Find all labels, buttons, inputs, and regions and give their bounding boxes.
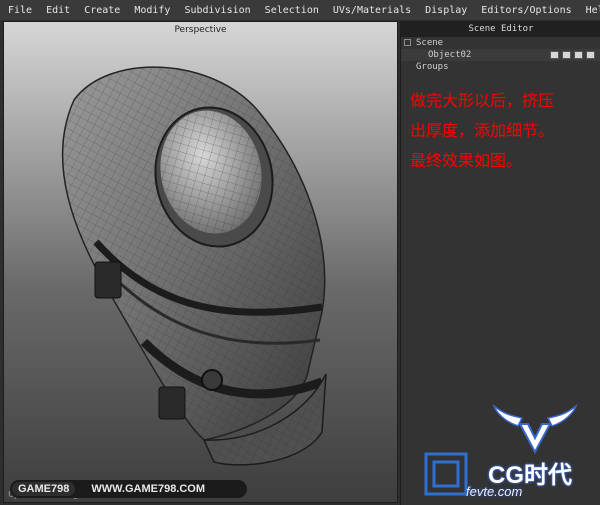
scene-editor-title: Scene Editor: [401, 21, 600, 37]
note-line: 最终效果如图。: [410, 151, 523, 170]
menu-editors-options[interactable]: Editors/Options: [473, 5, 577, 16]
tree-item-label: Groups: [416, 62, 449, 72]
object-visibility-icons: [550, 51, 595, 59]
scene-tree: Scene Object02 Groups: [401, 37, 600, 73]
tree-item-scene[interactable]: Scene: [401, 37, 600, 49]
menu-modify[interactable]: Modify: [126, 5, 176, 16]
tree-item-label: Scene: [416, 38, 444, 48]
wings-logo-icon: [492, 404, 578, 454]
watermark-game798: GAME798 WWW.GAME798.COM: [10, 480, 247, 498]
menu-edit[interactable]: Edit: [38, 5, 76, 16]
menu-selection[interactable]: Selection: [257, 5, 325, 16]
menu-subdivision[interactable]: Subdivision: [176, 5, 256, 16]
menu-bar: File Edit Create Modify Subdivision Sele…: [0, 0, 600, 20]
lock-icon[interactable]: [586, 51, 595, 59]
watermark-fevte: fevte.com: [466, 484, 523, 499]
eye-icon[interactable]: [574, 51, 583, 59]
note-line: 出厚度，添加细节。: [410, 121, 555, 140]
tree-item-object[interactable]: Object02: [401, 49, 600, 61]
tutorial-note: 做完大形以后，挤压 出厚度，添加细节。 最终效果如图。: [410, 86, 600, 176]
tree-item-groups[interactable]: Groups: [401, 61, 600, 73]
tree-item-label: Object02: [428, 50, 472, 60]
watermark-url: WWW.GAME798.COM: [91, 483, 206, 495]
menu-display[interactable]: Display: [417, 5, 473, 16]
menu-help[interactable]: Help: [578, 5, 600, 16]
watermark-brand: GAME798: [12, 482, 76, 496]
note-line: 做完大形以后，挤压: [410, 91, 555, 110]
menu-create[interactable]: Create: [76, 5, 126, 16]
armor-model: [61, 66, 327, 466]
cg-logo-icon: [424, 452, 468, 496]
wireframe-icon[interactable]: [550, 51, 559, 59]
shaded-icon[interactable]: [562, 51, 571, 59]
menu-uvs-materials[interactable]: UVs/Materials: [325, 5, 417, 16]
perspective-viewport[interactable]: Perspective Cycle Sha: [3, 21, 398, 503]
expand-checkbox[interactable]: [404, 39, 411, 46]
menu-file[interactable]: File: [0, 5, 38, 16]
